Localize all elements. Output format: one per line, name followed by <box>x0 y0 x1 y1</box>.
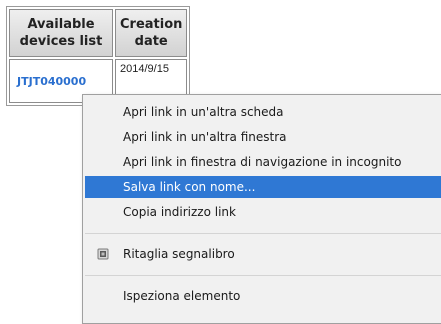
menu-separator <box>85 275 441 276</box>
devices-table: Available devices list Creation date JTJ… <box>6 6 191 106</box>
column-header-devices: Available devices list <box>9 9 113 57</box>
menu-separator <box>85 233 441 234</box>
table-header-row: Available devices list Creation date <box>9 9 188 57</box>
menu-item-label: Apri link in un'altra finestra <box>123 130 287 144</box>
menu-item-open-new-window[interactable]: Apri link in un'altra finestra <box>85 126 441 148</box>
menu-item-open-new-tab[interactable]: Apri link in un'altra scheda <box>85 101 441 123</box>
menu-item-label: Apri link in finestra di navigazione in … <box>123 155 402 169</box>
device-link[interactable]: JTJT040000 <box>11 75 111 88</box>
context-menu: Apri link in un'altra scheda Apri link i… <box>82 94 441 324</box>
menu-item-label: Salva link con nome... <box>123 180 256 194</box>
column-header-creation-date: Creation date <box>115 9 188 57</box>
menu-item-label: Copia indirizzo link <box>123 205 236 219</box>
menu-item-label: Ritaglia segnalibro <box>123 247 235 261</box>
menu-item-label: Apri link in un'altra scheda <box>123 105 284 119</box>
menu-item-copy-link-address[interactable]: Copia indirizzo link <box>85 201 441 223</box>
bookmark-clip-icon <box>97 248 109 260</box>
creation-date-value: 2014/9/15 <box>120 63 169 75</box>
menu-item-clip-bookmark[interactable]: Ritaglia segnalibro <box>85 243 441 265</box>
column-header-devices-label: Available devices list <box>19 17 103 49</box>
menu-item-save-link-as[interactable]: Salva link con nome... <box>85 176 441 198</box>
menu-item-inspect-element[interactable]: Ispeziona elemento <box>85 285 441 307</box>
menu-item-label: Ispeziona elemento <box>123 289 241 303</box>
column-header-date-label: Creation date <box>120 17 183 49</box>
menu-item-open-incognito[interactable]: Apri link in finestra di navigazione in … <box>85 151 441 173</box>
